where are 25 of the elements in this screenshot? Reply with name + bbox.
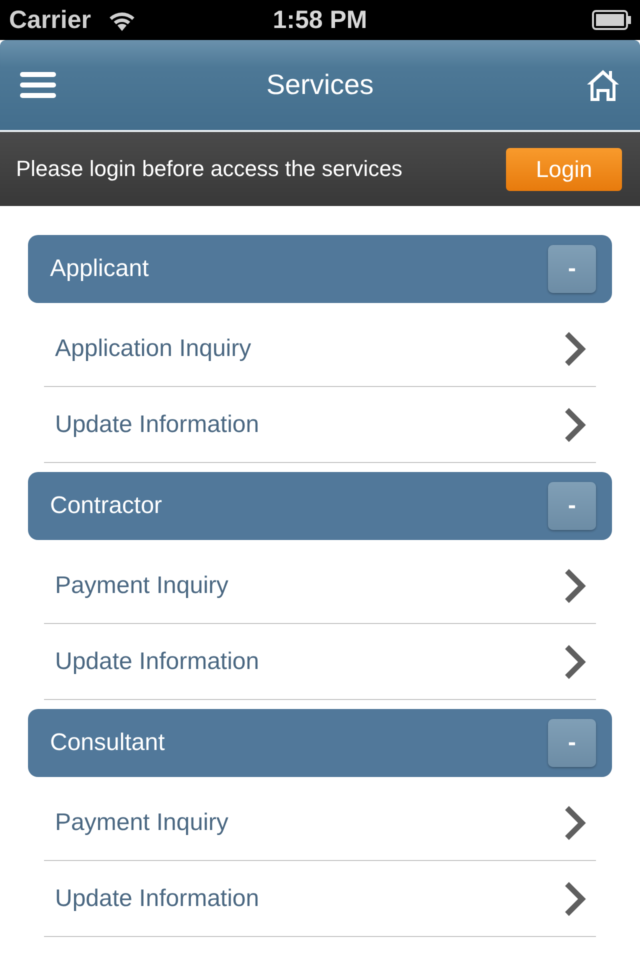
- section-title: Consultant: [50, 731, 165, 755]
- login-message: Please login before access the services: [16, 156, 402, 182]
- service-item[interactable]: Update Information: [44, 387, 596, 463]
- chevron-right-icon: [564, 804, 586, 840]
- collapse-toggle[interactable]: -: [548, 245, 596, 293]
- chevron-right-icon: [564, 406, 586, 442]
- collapse-toggle[interactable]: -: [548, 719, 596, 767]
- service-item[interactable]: Update Information: [44, 624, 596, 700]
- section-title: Applicant: [50, 257, 149, 281]
- service-item[interactable]: Payment Inquiry: [44, 785, 596, 861]
- home-icon[interactable]: [586, 68, 620, 102]
- service-item[interactable]: Payment Inquiry: [44, 548, 596, 624]
- battery-icon: [592, 10, 632, 30]
- section-title: Contractor: [50, 494, 162, 518]
- carrier-name: Carrier: [9, 8, 91, 32]
- chevron-right-icon: [564, 644, 586, 680]
- chevron-right-icon: [564, 568, 586, 604]
- service-item[interactable]: Update Information: [44, 861, 596, 937]
- chevron-right-icon: [564, 330, 586, 366]
- page-title: Services: [266, 71, 374, 99]
- menu-icon[interactable]: [20, 72, 56, 98]
- service-item[interactable]: Application Inquiry: [44, 311, 596, 387]
- clock-time: 1:58 PM: [272, 8, 368, 32]
- chevron-right-icon: [564, 880, 586, 916]
- collapse-toggle[interactable]: -: [548, 482, 596, 530]
